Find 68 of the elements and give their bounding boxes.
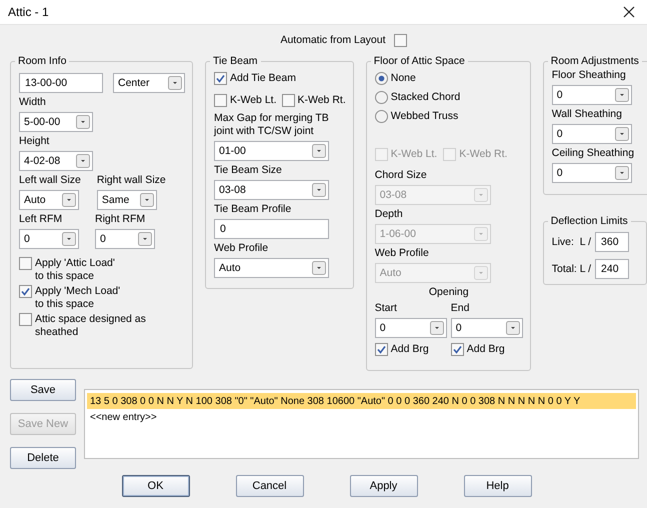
dialog-button[interactable]: Help: [464, 475, 532, 497]
dialog-button[interactable]: OK: [122, 475, 190, 497]
opening-dropdown[interactable]: 0: [374, 318, 447, 338]
field-label: Total: L /: [552, 262, 592, 276]
dialog-button[interactable]: Cancel: [236, 475, 304, 497]
right-rfm-dropdown[interactable]: 0: [95, 229, 155, 249]
right-wall-size-dropdown[interactable]: Same: [96, 190, 157, 210]
field-label: Web Profile: [374, 247, 430, 260]
list-entry[interactable]: <<new entry>>: [87, 409, 636, 425]
sheathing-dropdown[interactable]: 0: [552, 163, 632, 183]
group-title: Room Adjustments: [550, 55, 640, 67]
field-label: Floor Sheathing: [552, 69, 627, 82]
opening-dropdown[interactable]: 0: [450, 318, 523, 338]
left-wall-size-dropdown[interactable]: Auto: [19, 190, 79, 210]
checkbox-label: K-Web Lt.: [230, 94, 276, 107]
checkbox-label: K-Web Rt.: [459, 148, 508, 161]
side-button[interactable]: Save: [10, 379, 76, 401]
field-label: Wall Sheathing: [552, 108, 623, 121]
field-label: Right RFM: [95, 213, 146, 226]
group-title: Deflection Limits: [550, 215, 629, 227]
field-label: Tie Beam Profile: [214, 203, 292, 216]
deflection-field[interactable]: 240: [595, 259, 630, 279]
max-gap-dropdown[interactable]: 01-00: [214, 141, 329, 161]
field-label: Ceiling Sheathing: [552, 147, 636, 160]
field-label: Width: [19, 96, 47, 109]
checkbox-label: Apply 'Attic Load' to this space: [35, 257, 115, 283]
field-label: Tie Beam Size: [214, 164, 283, 177]
tie-beam-size-dropdown[interactable]: 03-08: [214, 180, 329, 200]
field-label: Max Gap for merging TB joint with TC/SW joint: [214, 112, 330, 138]
group-title: Room Info: [17, 55, 68, 67]
field-label: Left RFM: [19, 213, 64, 226]
checkbox-label: Add Tie Beam: [230, 72, 296, 85]
section-label: Opening: [428, 286, 469, 299]
checkbox-label: Add Brg: [466, 343, 505, 356]
span-field[interactable]: 13-00-00: [19, 73, 103, 93]
window-title: Attic - 1: [8, 5, 49, 19]
side-button[interactable]: Delete: [10, 447, 76, 469]
checkbox-label: Attic space designed as sheathed: [35, 313, 146, 339]
checkbox-label: Apply 'Mech Load' to this space: [35, 285, 120, 311]
deflection-field[interactable]: 360: [595, 232, 630, 252]
field-label: Start: [374, 302, 398, 315]
web-profile-dropdown[interactable]: Auto: [214, 258, 329, 278]
list-entry[interactable]: 13 5 0 308 0 0 N N Y N 100 308 "0" "Auto" None 308 10600 "Auto" 0 0 0 360 240 N 0 0 308 N N N N N 0 0 Y Y: [87, 393, 636, 409]
height-dropdown[interactable]: 4-02-08: [19, 151, 93, 171]
left-rfm-dropdown[interactable]: 0: [19, 229, 79, 249]
field-label: Live: L /: [552, 236, 592, 248]
position-dropdown[interactable]: Center: [113, 73, 185, 93]
radio-label: Stacked Chord: [390, 91, 460, 104]
radio-label: Webbed Truss: [390, 110, 458, 123]
field-label: Left wall Size: [19, 174, 81, 187]
field-label: Right wall Size: [96, 174, 166, 187]
field-label: Depth: [374, 208, 404, 221]
group-title: Tie Beam: [212, 55, 259, 67]
group-title: Floor of Attic Space: [372, 55, 466, 67]
sheathing-dropdown[interactable]: 0: [552, 124, 632, 144]
checkbox-label: Add Brg: [390, 343, 429, 356]
radio-label: None: [390, 72, 416, 85]
sheathing-dropdown[interactable]: 0: [552, 85, 632, 105]
width-dropdown[interactable]: 5-00-00: [19, 112, 93, 132]
checkbox-label: K-Web Lt.: [390, 148, 438, 161]
field-label: Height: [19, 135, 50, 148]
checkbox-label: Automatic from Layout: [280, 34, 386, 46]
checkbox-label: K-Web Rt.: [298, 94, 346, 107]
tie-beam-profile-field[interactable]: 0: [214, 219, 329, 239]
field-label: Web Profile: [214, 242, 270, 255]
field-label: End: [450, 302, 470, 315]
dialog-button[interactable]: Apply: [350, 475, 418, 497]
field-label: Chord Size: [374, 169, 428, 182]
